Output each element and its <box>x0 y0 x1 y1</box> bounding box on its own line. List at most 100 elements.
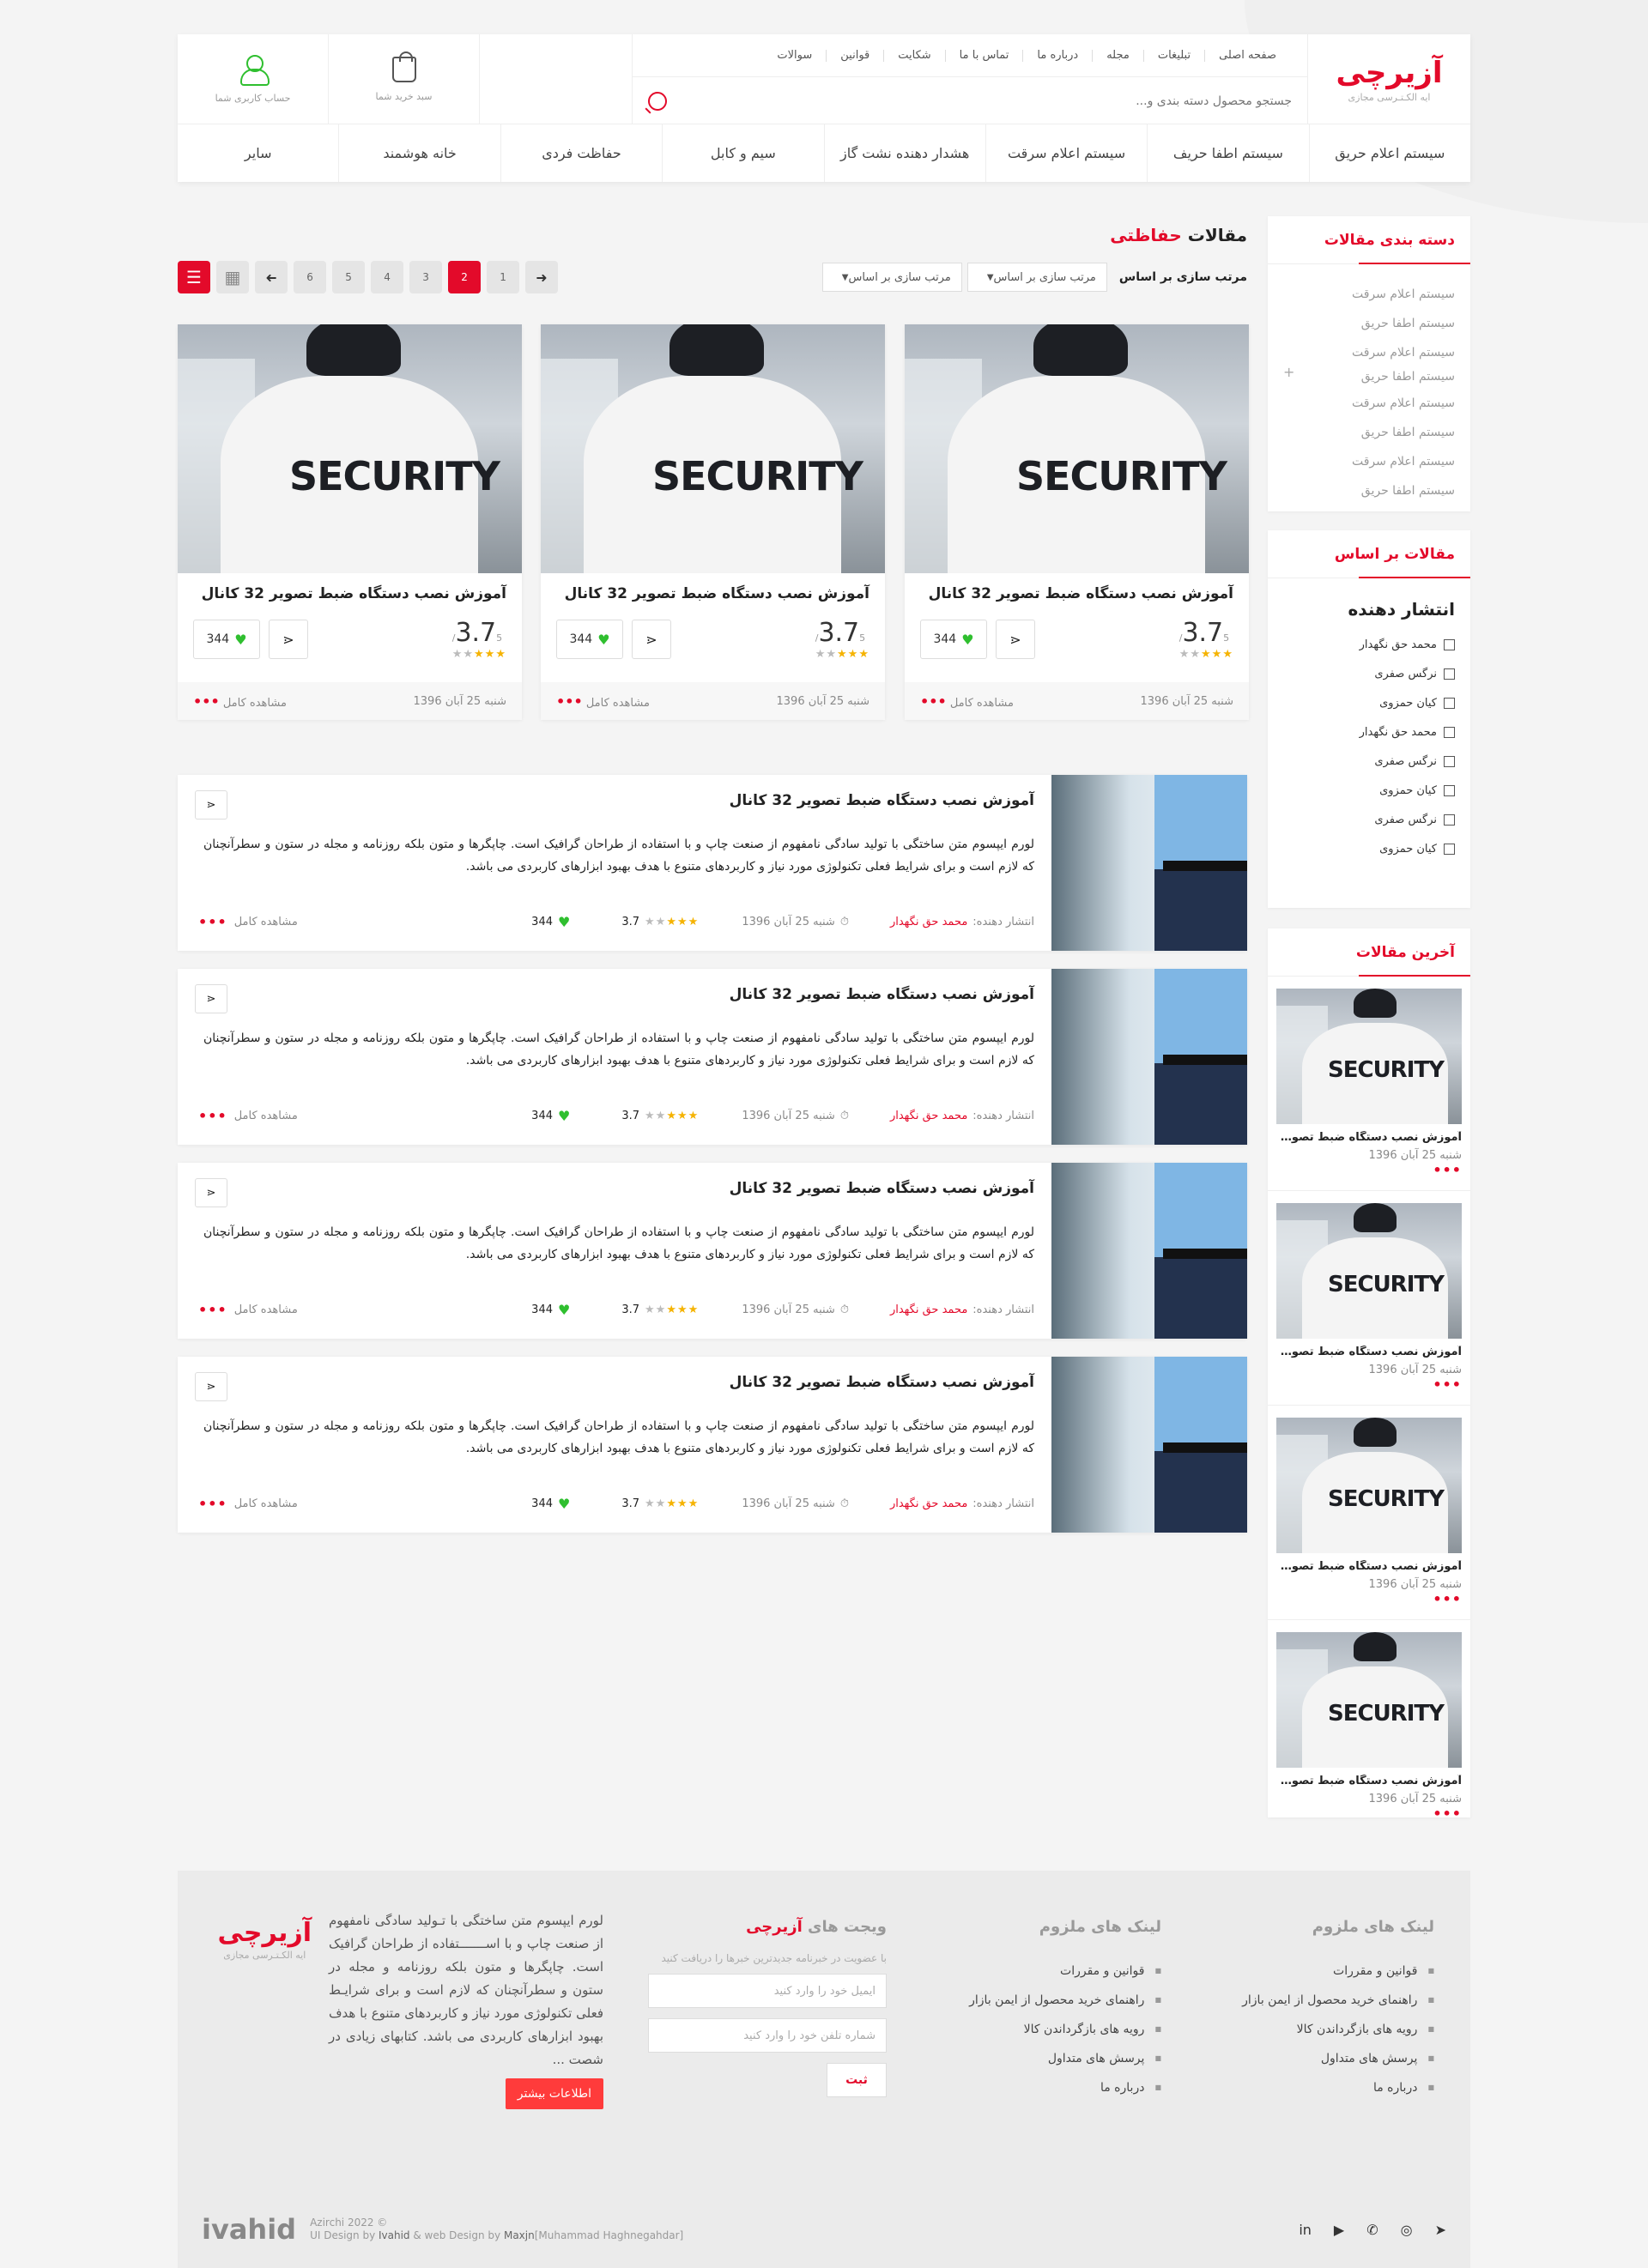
latest-article-title[interactable]: آموزش نصب دستگاه ضبط تصویر 2... <box>1276 1346 1462 1358</box>
view-full-link[interactable]: مشاهده کامل <box>234 1497 298 1510</box>
sort-select-2[interactable]: مرتب سازی بر اساس ▼ <box>821 263 962 292</box>
more-dots-icon[interactable]: ••• <box>198 1496 227 1512</box>
footer-link[interactable]: درباره ما <box>1211 2073 1434 2102</box>
submit-button[interactable]: ثبت <box>827 2063 887 2097</box>
publisher-checkbox[interactable]: محمد حق نگهدار <box>1268 717 1470 747</box>
nav-personal-protection[interactable]: حفاظت فردی <box>500 124 662 182</box>
page-button[interactable]: 4 <box>371 261 403 293</box>
publisher-name[interactable]: محمد حق نگهدار <box>890 1303 967 1316</box>
publisher-checkbox[interactable]: کیان حمزوی <box>1268 776 1470 805</box>
footer-link[interactable]: درباره ما <box>938 2073 1161 2102</box>
heart-icon[interactable]: ♥ <box>558 914 570 930</box>
article-card[interactable]: SECURITY آموزش نصب دستگاه ضبط تصویر 32 ک… <box>541 324 885 720</box>
view-full-link[interactable]: مشاهده کامل <box>234 1110 298 1122</box>
footer-link[interactable]: رویه های بازگرداندن کالا <box>1211 2015 1434 2044</box>
row-title[interactable]: آموزش نصب دستگاه ضبط تصویر 32 کانال <box>730 1374 1034 1391</box>
checkbox[interactable] <box>1444 813 1455 826</box>
top-menu-contact[interactable]: تماس با ما <box>944 49 1023 62</box>
credit-web-author[interactable]: Maxjn <box>504 2229 535 2241</box>
share-button[interactable]: ⋖ <box>632 620 671 659</box>
footer-link[interactable]: پرسش های متداول <box>938 2044 1161 2073</box>
search-input[interactable] <box>777 94 1292 108</box>
checkbox[interactable] <box>1444 668 1455 680</box>
article-card[interactable]: SECURITY آموزش نصب دستگاه ضبط تصویر 32 ک… <box>905 324 1249 720</box>
latest-article-title[interactable]: آموزش نصب دستگاه ضبط تصویر 2... <box>1276 1131 1462 1144</box>
share-button[interactable]: ⋖ <box>195 790 227 820</box>
article-row[interactable]: آموزش نصب دستگاه ضبط تصویر 32 کانال لورم… <box>178 969 1247 1145</box>
footer-link[interactable]: قوانین و مقررات <box>938 1957 1161 1986</box>
search-icon[interactable] <box>648 91 667 111</box>
view-full-link[interactable]: مشاهده کامل ••• <box>556 693 650 710</box>
heart-icon[interactable]: ♥ <box>558 1496 570 1512</box>
linkedin-icon[interactable]: in <box>1299 2222 1312 2238</box>
page-button[interactable]: 1 <box>487 261 519 293</box>
instagram-icon[interactable]: ◎ <box>1401 2222 1413 2238</box>
more-dots-icon[interactable]: ••• <box>1276 1591 1462 1607</box>
youtube-icon[interactable]: ▶ <box>1334 2222 1344 2238</box>
telegram-icon[interactable]: ➤ <box>1435 2222 1446 2238</box>
latest-article-title[interactable]: آموزش نصب دستگاه ضبط تصویر 2... <box>1276 1560 1462 1573</box>
nav-fire-suppression[interactable]: سیستم اطفا حریف <box>1147 124 1308 182</box>
category-item[interactable]: سیستم اعلام سرقت <box>1283 389 1455 418</box>
latest-article[interactable]: SECURITY آموزش نصب دستگاه ضبط تصویر 2...… <box>1268 977 1470 1191</box>
next-page-button[interactable]: ➜ <box>255 261 288 293</box>
page-button-active[interactable]: 2 <box>448 261 481 293</box>
checkbox[interactable] <box>1444 755 1455 767</box>
heart-icon[interactable]: ♥ <box>558 1302 570 1318</box>
more-dots-icon[interactable]: ••• <box>1276 1805 1462 1822</box>
grid-view-icon[interactable]: ▦ <box>216 261 249 293</box>
whatsapp-icon[interactable]: ✆ <box>1366 2222 1378 2238</box>
like-button[interactable]: ♥ 344 <box>556 620 623 659</box>
footer-link[interactable]: پرسش های متداول <box>1211 2044 1434 2073</box>
category-item[interactable]: سیستم اعلام سرقت <box>1283 280 1455 309</box>
more-info-button[interactable]: اطلاعات بیشتر <box>505 2078 603 2109</box>
publisher-checkbox[interactable]: نرگس صفری <box>1268 747 1470 776</box>
publisher-checkbox[interactable]: نرگس صفری <box>1268 659 1470 688</box>
category-item[interactable]: سیستم اطفا حریق <box>1283 309 1455 338</box>
row-title[interactable]: آموزش نصب دستگاه ضبط تصویر 32 کانال <box>730 792 1034 809</box>
top-menu-rules[interactable]: قوانین <box>826 49 883 62</box>
page-button[interactable]: 5 <box>332 261 365 293</box>
site-logo[interactable]: آزیرچی ایه الکـتـرسی مجازی <box>1307 34 1470 124</box>
share-button[interactable]: ⋖ <box>996 620 1035 659</box>
share-button[interactable]: ⋖ <box>195 1372 227 1401</box>
publisher-checkbox[interactable]: کیان حمزوی <box>1268 834 1470 863</box>
card-title[interactable]: آموزش نصب دستگاه ضبط تصویر 32 کانال <box>905 573 1249 613</box>
prev-page-button[interactable]: ➜ <box>525 261 558 293</box>
view-full-link[interactable]: مشاهده کامل ••• <box>920 693 1014 710</box>
publisher-name[interactable]: محمد حق نگهدار <box>890 1497 967 1510</box>
top-menu-home[interactable]: صفحه اصلی <box>1204 49 1290 62</box>
footer-link[interactable]: قوانین و مقررات <box>1211 1957 1434 1986</box>
footer-logo[interactable]: آزیرچی ایه الکـتـرسی مجازی <box>218 1909 312 2071</box>
page-button[interactable]: 3 <box>409 261 442 293</box>
publisher-checkbox[interactable]: کیان حمزوی <box>1268 688 1470 717</box>
footer-link[interactable]: رویه های بازگرداندن کالا <box>938 2015 1161 2044</box>
phone-field[interactable]: شماره تلفن خود را وارد کنید <box>648 2018 887 2053</box>
category-item[interactable]: سیستم اعلام سرقت <box>1283 447 1455 476</box>
view-full-link[interactable]: مشاهده کامل ••• <box>193 693 287 710</box>
category-item[interactable]: سیستم اعلام سرقت سیستم اطفا حریق + <box>1283 338 1455 389</box>
latest-article[interactable]: SECURITY آموزش نصب دستگاه ضبط تصویر 2...… <box>1268 1406 1470 1620</box>
top-menu-about[interactable]: درباره ما <box>1022 49 1092 62</box>
nav-gas-leak[interactable]: هشدار دهنده نشت گاز <box>823 124 985 182</box>
heart-icon[interactable]: ♥ <box>558 1108 570 1124</box>
top-menu-ads[interactable]: تبلیغات <box>1142 49 1204 62</box>
more-dots-icon[interactable]: ••• <box>1276 1162 1462 1178</box>
nav-cable[interactable]: سیم و کابل <box>662 124 823 182</box>
checkbox[interactable] <box>1444 697 1455 709</box>
sort-select-1[interactable]: مرتب سازی بر اساس ▼ <box>966 263 1107 292</box>
list-view-icon[interactable]: ☰ <box>178 261 210 293</box>
row-title[interactable]: آموزش نصب دستگاه ضبط تصویر 32 کانال <box>730 986 1034 1003</box>
share-button[interactable]: ⋖ <box>195 1178 227 1207</box>
cart-button[interactable]: سبد خرید شما <box>328 34 479 124</box>
nav-other[interactable]: سایر <box>178 124 338 182</box>
top-menu-faq[interactable]: سوالات <box>763 49 826 62</box>
card-title[interactable]: آموزش نصب دستگاه ضبط تصویر 32 کانال <box>541 573 885 613</box>
checkbox[interactable] <box>1444 784 1455 796</box>
article-row[interactable]: آموزش نصب دستگاه ضبط تصویر 32 کانال لورم… <box>178 775 1247 951</box>
share-button[interactable]: ⋖ <box>195 984 227 1013</box>
footer-link[interactable]: راهنمای خرید محصول از ایمن بازار <box>938 1986 1161 2015</box>
nav-smart-home[interactable]: خانه هوشمند <box>338 124 500 182</box>
share-button[interactable]: ⋖ <box>269 620 308 659</box>
view-full-link[interactable]: مشاهده کامل <box>234 1303 298 1316</box>
